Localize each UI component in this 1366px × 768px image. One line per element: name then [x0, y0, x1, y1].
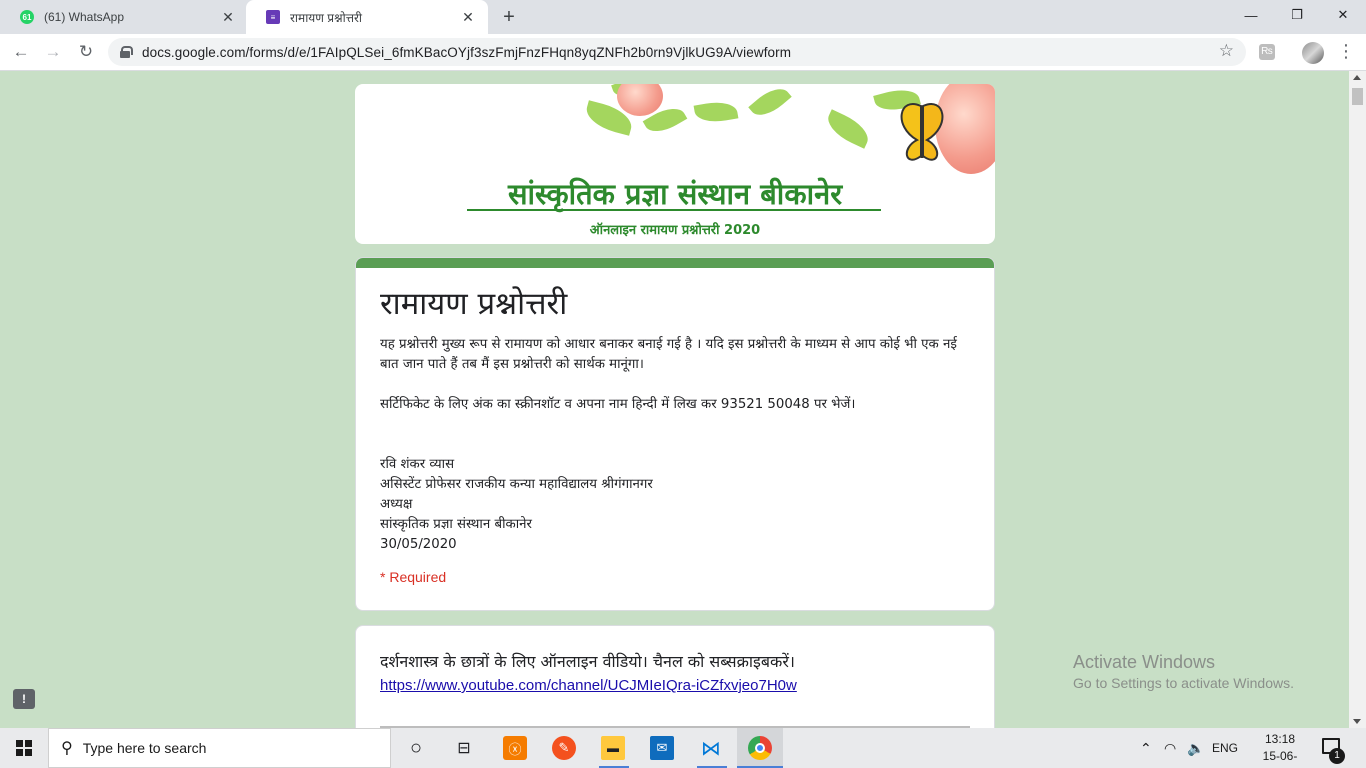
tab-whatsapp[interactable]: 61 (61) WhatsApp ✕: [0, 0, 248, 34]
whatsapp-icon: 61: [20, 10, 34, 24]
question-text: दर्शनशास्त्र के छात्रों के लिए ऑनलाइन वी…: [380, 652, 795, 671]
activate-windows-watermark: Activate Windows Go to Settings to activ…: [1073, 652, 1294, 691]
task-view-icon[interactable]: ⊟: [452, 736, 476, 760]
lock-icon: [120, 46, 133, 58]
url-text: docs.google.com/forms/d/e/1FAIpQLSei_6fm…: [142, 44, 792, 60]
wifi-icon[interactable]: ◠: [1164, 728, 1176, 768]
tab-strip: 61 (61) WhatsApp ✕ ≡ रामायण प्रश्नोत्तरी…: [0, 0, 1366, 34]
restore-button[interactable]: ❐: [1274, 0, 1320, 30]
extension-icon[interactable]: ₨: [1259, 44, 1275, 60]
file-explorer-icon[interactable]: ▬: [601, 736, 625, 760]
language-indicator[interactable]: ENG: [1212, 728, 1238, 768]
scrollbar-thumb[interactable]: [1352, 88, 1363, 105]
more-vert-icon[interactable]: ⋮: [1336, 39, 1356, 63]
form-description: यह प्रश्नोत्तरी मुख्य रूप से रामायण को आ…: [380, 335, 970, 555]
question-card: दर्शनशास्त्र के छात्रों के लिए ऑनलाइन वी…: [355, 625, 995, 745]
forward-arrow-icon[interactable]: →: [41, 40, 65, 64]
scroll-up-arrow-icon[interactable]: [1353, 75, 1361, 80]
description-certificate-note: सर्टिफिकेट के लिए अंक का स्क्रीनशॉट व अप…: [380, 397, 856, 412]
watermark-subtitle: Go to Settings to activate Windows.: [1073, 675, 1294, 691]
chrome-icon: [748, 736, 772, 760]
cortana-icon[interactable]: ○: [404, 736, 428, 760]
start-button[interactable]: [0, 728, 48, 768]
flower-decoration: [617, 84, 663, 116]
back-arrow-icon[interactable]: ←: [9, 40, 33, 64]
tab-ramayan-quiz[interactable]: ≡ रामायण प्रश्नोत्तरी ✕: [246, 0, 488, 34]
windows-taskbar: ⚲ Type here to search ○ ⊟ ⓧ ✎ ▬ ✉ ⋈ ⌃ ◠ …: [0, 728, 1366, 768]
header-subtitle: ऑनलाइन रामायण प्रश्नोत्तरी 2020: [589, 223, 761, 238]
leaf-decoration: [748, 84, 792, 123]
new-tab-button[interactable]: +: [498, 6, 520, 28]
reload-icon[interactable]: ↻: [74, 40, 98, 64]
xampp-icon[interactable]: ⓧ: [503, 736, 527, 760]
close-tab-icon[interactable]: ✕: [460, 9, 476, 25]
mail-icon[interactable]: ✉: [650, 736, 674, 760]
butterfly-icon: [900, 103, 944, 161]
form-accent-bar: [356, 258, 994, 268]
report-feedback-button[interactable]: !: [13, 689, 35, 709]
tab-title: रामायण प्रश्नोत्तरी: [290, 10, 362, 25]
form-title: रामायण प्रश्नोत्तरी: [380, 286, 568, 322]
clock-date: 15-06-2020: [1262, 749, 1298, 768]
taskbar-clock[interactable]: 13:18 15-06-2020: [1252, 731, 1308, 768]
volume-icon[interactable]: 🔈: [1187, 728, 1204, 768]
signature-date: 30/05/2020: [380, 537, 457, 552]
signature-role: असिस्टेंट प्रोफेसर राजकीय कन्या महाविद्य…: [380, 477, 653, 492]
form-title-card: रामायण प्रश्नोत्तरी यह प्रश्नोत्तरी मुख्…: [355, 257, 995, 611]
google-forms-icon: ≡: [266, 10, 280, 24]
tab-title: (61) WhatsApp: [44, 10, 125, 24]
page-scrollbar[interactable]: [1349, 71, 1366, 728]
pen-app-icon[interactable]: ✎: [552, 736, 576, 760]
search-icon: ⚲: [61, 740, 73, 757]
required-note: * Required: [380, 569, 447, 585]
taskbar-search-box[interactable]: ⚲ Type here to search: [48, 728, 391, 768]
header-org-title: सांस्कृतिक प्रज्ञा संस्थान बीकानेर: [507, 177, 843, 211]
close-tab-icon[interactable]: ✕: [220, 9, 236, 25]
signature-name: रवि शंकर व्यास: [380, 457, 455, 472]
header-divider: [467, 209, 881, 211]
scroll-down-arrow-icon[interactable]: [1353, 719, 1361, 724]
search-placeholder: Type here to search: [82, 740, 207, 756]
vscode-icon[interactable]: ⋈: [699, 736, 723, 760]
form-header-image: सांस्कृतिक प्रज्ञा संस्थान बीकानेर ऑनलाइ…: [355, 84, 995, 244]
close-window-button[interactable]: ✕: [1320, 0, 1366, 30]
signature-post: अध्यक्ष: [380, 497, 413, 512]
signature-org: सांस्कृतिक प्रज्ञा संस्थान बीकानेर: [380, 517, 532, 532]
profile-avatar[interactable]: [1302, 42, 1324, 64]
windows-logo-icon: [16, 740, 32, 756]
leaf-decoration: [822, 109, 874, 149]
show-hidden-icons-icon[interactable]: ⌃: [1140, 728, 1152, 768]
watermark-title: Activate Windows: [1073, 652, 1216, 672]
leaf-decoration: [693, 98, 739, 126]
star-icon[interactable]: ☆: [1219, 41, 1234, 61]
notification-count-badge: 1: [1329, 748, 1345, 764]
browser-toolbar: ← → ↻ docs.google.com/forms/d/e/1FAIpQLS…: [0, 34, 1366, 71]
description-paragraph: यह प्रश्नोत्तरी मुख्य रूप से रामायण को आ…: [380, 337, 957, 372]
minimize-button[interactable]: —: [1228, 0, 1274, 30]
clock-time: 13:18: [1264, 732, 1296, 746]
address-bar[interactable]: docs.google.com/forms/d/e/1FAIpQLSei_6fm…: [108, 38, 1246, 66]
youtube-channel-link[interactable]: https://www.youtube.com/channel/UCJMIeIQ…: [380, 677, 797, 694]
